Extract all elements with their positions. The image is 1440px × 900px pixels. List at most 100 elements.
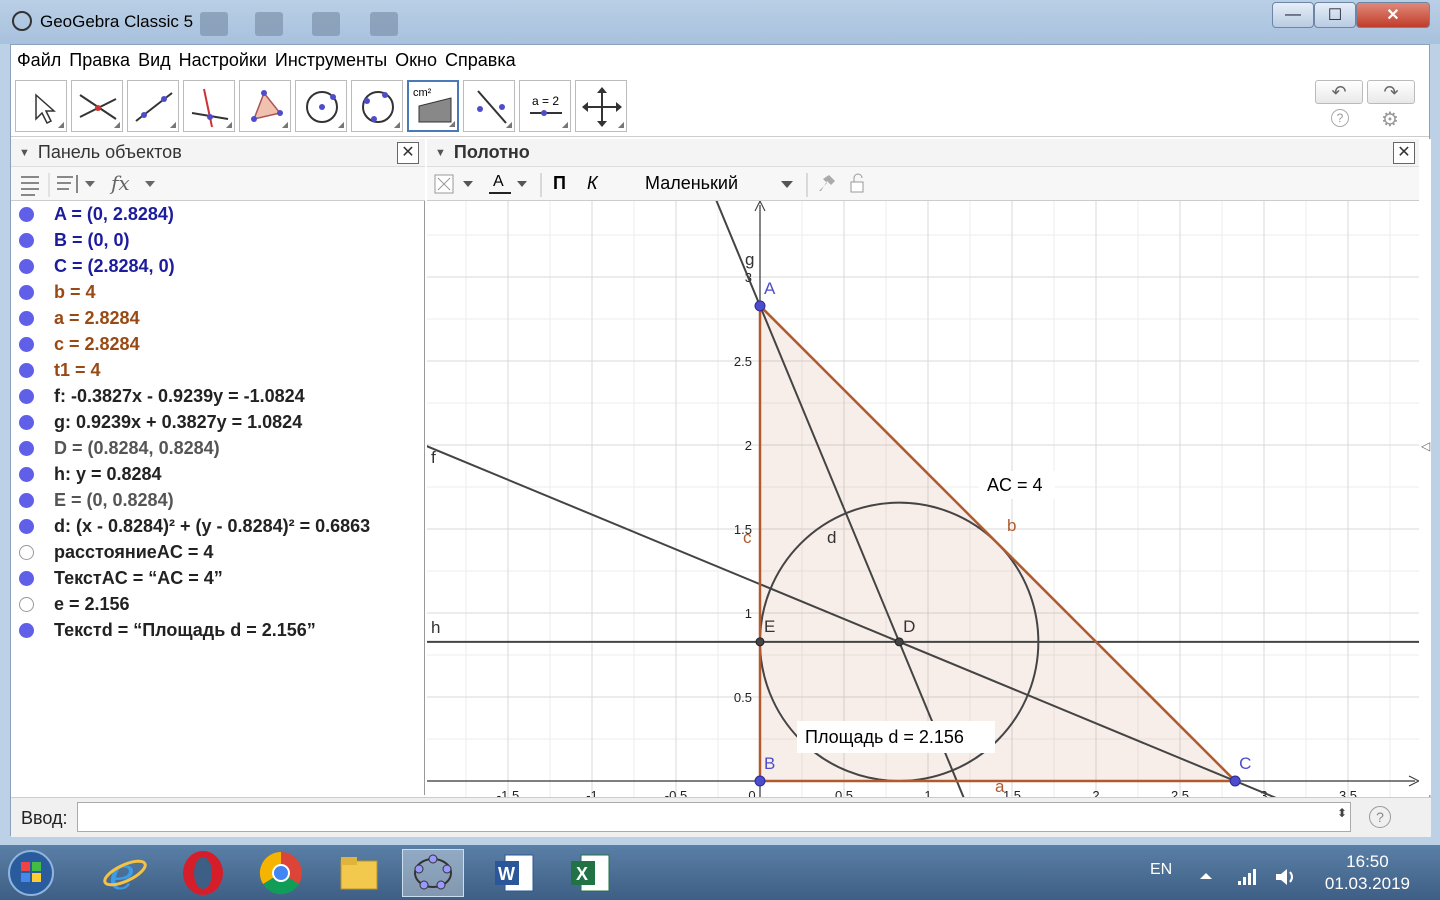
fx-icon[interactable]: fx xyxy=(111,171,130,195)
command-input[interactable] xyxy=(77,802,1351,832)
settings-gear-icon[interactable]: ⚙ xyxy=(1381,107,1399,132)
visibility-toggle-icon[interactable] xyxy=(19,232,34,248)
algebra-item[interactable]: расстояниеAC = 4 xyxy=(11,539,425,565)
algebra-item-text[interactable]: c = 2.8284 xyxy=(54,334,140,355)
close-graphics-button[interactable]: ✕ xyxy=(1393,142,1415,164)
visibility-toggle-icon[interactable] xyxy=(19,414,34,430)
algebra-item[interactable]: c = 2.8284 xyxy=(11,331,425,357)
italic-button[interactable]: К xyxy=(587,173,598,194)
language-indicator[interactable]: EN xyxy=(1150,861,1172,879)
input-help-icon[interactable]: ? xyxy=(1369,806,1391,828)
geogebra-taskbar-icon[interactable] xyxy=(402,849,464,897)
algebra-item-text[interactable]: t1 = 4 xyxy=(54,360,101,381)
point-on-intersection-tool[interactable]: ◢ xyxy=(71,80,123,132)
visibility-toggle-icon[interactable] xyxy=(19,258,34,274)
menu-5[interactable]: Окно xyxy=(395,50,437,71)
visibility-toggle-icon[interactable] xyxy=(19,206,34,222)
visibility-toggle-icon[interactable] xyxy=(19,544,34,560)
algebra-item[interactable]: E = (0, 0.8284) xyxy=(11,487,425,513)
maximize-button[interactable]: ☐ xyxy=(1314,2,1356,28)
graphics-canvas[interactable]: -1.5-1-0.500.511.522.533.50.511.522.53AB… xyxy=(427,201,1419,797)
help-icon[interactable]: ? xyxy=(1331,109,1349,127)
algebra-item[interactable]: d: (x - 0.8284)² + (y - 0.8284)² = 0.686… xyxy=(11,513,425,539)
start-button[interactable] xyxy=(0,849,62,897)
visibility-toggle-icon[interactable] xyxy=(19,622,34,638)
visibility-toggle-icon[interactable] xyxy=(19,284,34,300)
algebra-item-text[interactable]: D = (0.8284, 0.8284) xyxy=(54,438,220,459)
algebra-item[interactable]: g: 0.9239x + 0.3827y = 1.0824 xyxy=(11,409,425,435)
circle-center-tool[interactable]: ◢ xyxy=(295,80,347,132)
chrome-icon[interactable] xyxy=(250,849,312,897)
algebra-item-text[interactable]: e = 2.156 xyxy=(54,594,130,615)
algebra-item-text[interactable]: C = (2.8284, 0) xyxy=(54,256,175,277)
algebra-item[interactable]: D = (0.8284, 0.8284) xyxy=(11,435,425,461)
move-view-tool[interactable]: ◢ xyxy=(575,80,627,132)
word-icon[interactable]: W xyxy=(484,849,546,897)
text-size-select[interactable]: Маленький xyxy=(645,173,738,194)
redo-button[interactable]: ↷ xyxy=(1367,80,1415,104)
algebra-item-text[interactable]: a = 2.8284 xyxy=(54,308,140,329)
area-tool[interactable]: cm² ◢ xyxy=(407,80,459,132)
algebra-item-text[interactable]: d: (x - 0.8284)² + (y - 0.8284)² = 0.686… xyxy=(54,516,370,537)
visibility-toggle-icon[interactable] xyxy=(19,362,34,378)
visibility-toggle-icon[interactable] xyxy=(19,310,34,326)
algebra-item[interactable]: C = (2.8284, 0) xyxy=(11,253,425,279)
algebra-item[interactable]: Текстd = “Площадь d = 2.156” xyxy=(11,617,425,643)
reflect-tool[interactable]: ◢ xyxy=(463,80,515,132)
algebra-item-text[interactable]: b = 4 xyxy=(54,282,96,303)
algebra-item-text[interactable]: f: -0.3827x - 0.9239y = -1.0824 xyxy=(54,386,305,407)
algebra-item[interactable]: A = (0, 2.8284) xyxy=(11,201,425,227)
visibility-toggle-icon[interactable] xyxy=(19,388,34,404)
menu-4[interactable]: Инструменты xyxy=(275,50,387,71)
expand-panel-icon[interactable]: ◁ xyxy=(1421,439,1430,453)
algebra-item[interactable]: h: y = 0.8284 xyxy=(11,461,425,487)
circle-three-points-tool[interactable]: ◢ xyxy=(351,80,403,132)
tray-clock[interactable]: 16:50 01.03.2019 xyxy=(1325,851,1410,895)
collapse-caret-icon[interactable]: ▼ xyxy=(19,147,30,159)
bold-button[interactable]: П xyxy=(553,173,566,194)
menu-3[interactable]: Настройки xyxy=(179,50,267,71)
close-algebra-button[interactable]: ✕ xyxy=(397,142,419,164)
algebra-item[interactable]: e = 2.156 xyxy=(11,591,425,617)
algebra-item-text[interactable]: ТекстAC = “AC = 4” xyxy=(54,568,223,589)
visibility-toggle-icon[interactable] xyxy=(19,518,34,534)
move-tool[interactable]: ◢ xyxy=(15,80,67,132)
slider-tool[interactable]: a = 2 ◢ xyxy=(519,80,571,132)
collapse-caret-icon[interactable]: ▼ xyxy=(435,147,446,159)
algebra-item[interactable]: b = 4 xyxy=(11,279,425,305)
text-color-button[interactable]: A xyxy=(493,173,504,191)
visibility-toggle-icon[interactable] xyxy=(19,466,34,482)
line-tool[interactable]: ◢ xyxy=(127,80,179,132)
internet-explorer-icon[interactable]: e xyxy=(94,849,156,897)
minimize-button[interactable]: — xyxy=(1272,2,1314,28)
algebra-item-text[interactable]: A = (0, 2.8284) xyxy=(54,204,174,225)
algebra-item[interactable]: a = 2.8284 xyxy=(11,305,425,331)
algebra-item[interactable]: f: -0.3827x - 0.9239y = -1.0824 xyxy=(11,383,425,409)
algebra-item-text[interactable]: E = (0, 0.8284) xyxy=(54,490,174,511)
visibility-toggle-icon[interactable] xyxy=(19,596,34,612)
visibility-toggle-icon[interactable] xyxy=(19,492,34,508)
input-history-arrows-icon[interactable]: ⬍ xyxy=(1337,806,1347,820)
undo-button[interactable]: ↶ xyxy=(1315,80,1363,104)
algebra-item-text[interactable]: B = (0, 0) xyxy=(54,230,130,251)
explorer-folder-icon[interactable] xyxy=(328,849,390,897)
close-window-button[interactable]: ✕ xyxy=(1356,2,1430,28)
polygon-tool[interactable]: ◢ xyxy=(239,80,291,132)
visibility-toggle-icon[interactable] xyxy=(19,440,34,456)
algebra-item-text[interactable]: Текстd = “Площадь d = 2.156” xyxy=(54,620,316,641)
visibility-toggle-icon[interactable] xyxy=(19,336,34,352)
algebra-item-text[interactable]: g: 0.9239x + 0.3827y = 1.0824 xyxy=(54,412,302,433)
algebra-item[interactable]: B = (0, 0) xyxy=(11,227,425,253)
excel-icon[interactable]: X xyxy=(560,849,622,897)
opera-icon[interactable] xyxy=(172,849,234,897)
algebra-item[interactable]: t1 = 4 xyxy=(11,357,425,383)
menu-0[interactable]: Файл xyxy=(17,50,61,71)
perpendicular-line-tool[interactable]: ◢ xyxy=(183,80,235,132)
algebra-item[interactable]: ТекстAC = “AC = 4” xyxy=(11,565,425,591)
menu-1[interactable]: Правка xyxy=(69,50,130,71)
menu-2[interactable]: Вид xyxy=(138,50,171,71)
algebra-item-text[interactable]: h: y = 0.8284 xyxy=(54,464,162,485)
visibility-toggle-icon[interactable] xyxy=(19,570,34,586)
algebra-item-text[interactable]: расстояниеAC = 4 xyxy=(54,542,213,563)
menu-6[interactable]: Справка xyxy=(445,50,516,71)
